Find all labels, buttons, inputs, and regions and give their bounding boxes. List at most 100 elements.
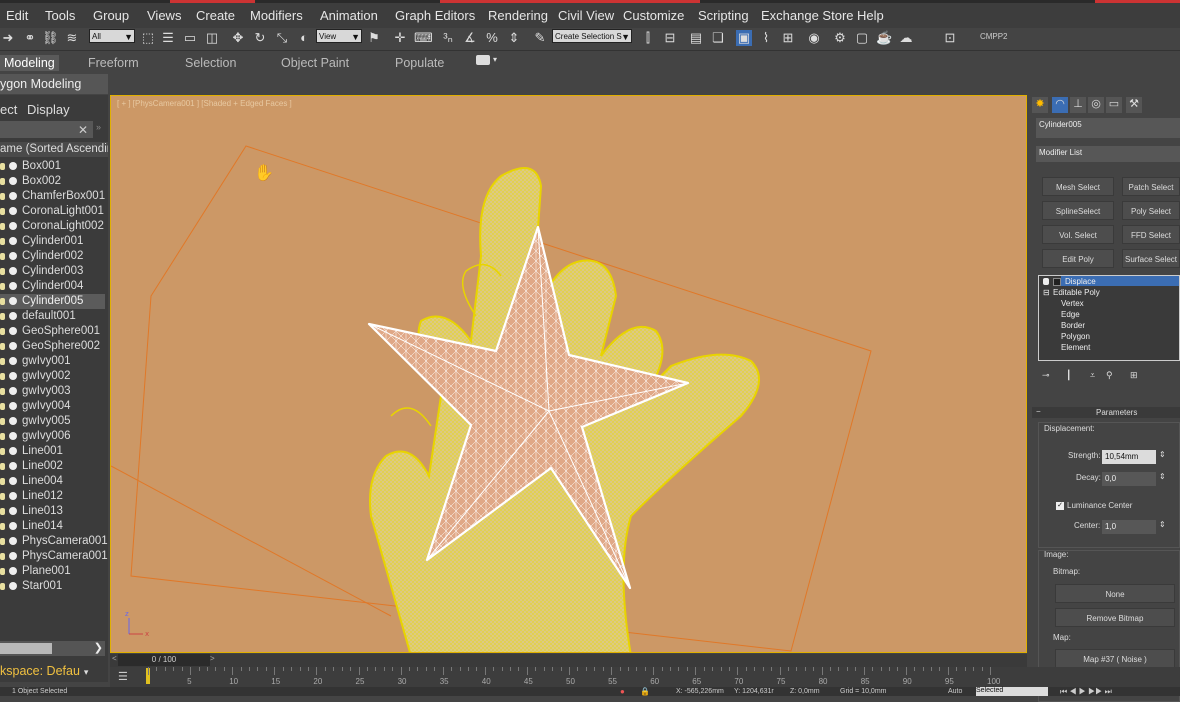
move-icon[interactable]: ✥ [230,30,246,46]
menu-rendering[interactable]: Rendering [488,8,548,23]
configure-modifier-sets-icon[interactable]: ⊞ [1130,370,1138,381]
lightbulb-icon[interactable] [0,418,5,425]
menu-tools[interactable]: Tools [45,8,75,23]
lightbulb-icon[interactable] [0,178,5,185]
strength-input[interactable]: 10,54mm [1102,450,1156,464]
stack-item-polygon[interactable]: Polygon [1061,332,1090,341]
rect-selection-icon[interactable]: ▭ [182,30,198,46]
mesh-select-button[interactable]: Mesh Select [1042,177,1114,196]
stack-item-edge[interactable]: Edge [1061,310,1080,319]
place-icon[interactable]: ◐ [296,30,312,46]
lightbulb-icon[interactable] [0,538,5,545]
lightbulb-icon[interactable] [0,403,5,410]
center-spinner[interactable]: ⇕ [1159,520,1166,529]
list-item[interactable]: Cylinder001 [0,234,105,249]
decay-spinner[interactable]: ⇕ [1159,472,1166,481]
tab-selection[interactable]: Selection [185,56,236,70]
snaps-toggle-icon[interactable]: ³ₙ [440,30,456,46]
camera-viewport[interactable]: ✋ z x [ + ] [PhysCamera001 ] [Shaded + E… [110,95,1027,653]
x-coordinate[interactable]: X: -565,226mm [676,688,724,695]
prev-frame-icon[interactable]: < [112,654,117,663]
pivot-center-icon[interactable]: ⚑ [366,30,382,46]
render-setup-icon[interactable]: ⚙ [832,30,848,46]
strength-spinner[interactable]: ⇕ [1159,450,1166,459]
curve-editor-icon[interactable]: ⌇ [758,30,774,46]
link-icon[interactable]: ⚭ [22,30,38,46]
select-object-icon[interactable]: ⬚ [140,30,156,46]
lightbulb-icon[interactable] [0,433,5,440]
auto-key-button[interactable]: Auto [948,688,962,695]
horizontal-scrollbar[interactable]: ❯ [0,641,105,656]
close-icon[interactable]: ✕ [78,123,88,137]
lightbulb-icon[interactable] [0,343,5,350]
utilities-tab-icon[interactable]: ⚒ [1126,97,1142,113]
motion-tab-icon[interactable]: ◎ [1088,97,1104,113]
list-item[interactable]: Plane001 [0,564,105,579]
lightbulb-icon[interactable] [0,568,5,575]
tab-freeform[interactable]: Freeform [88,56,139,70]
list-item[interactable]: gwIvy004 [0,399,105,414]
edit-named-selection-icon[interactable]: ✎ [532,30,548,46]
stack-item-editable-poly[interactable]: Editable Poly [1053,288,1100,297]
mini-curve-editor-icon[interactable]: ☰ [118,670,128,683]
list-item[interactable]: gwIvy001 [0,354,105,369]
polygon-modeling-panel[interactable]: ygon Modeling [0,74,108,94]
make-unique-icon[interactable]: ⩡ [1090,370,1095,381]
list-item[interactable]: Star001 [0,579,105,594]
patch-select-button[interactable]: Patch Select [1122,177,1180,196]
list-item[interactable]: Cylinder004 [0,279,105,294]
window-crossing-icon[interactable]: ◫ [204,30,220,46]
lightbulb-icon[interactable] [1043,278,1049,285]
y-coordinate[interactable]: Y: 1204,631r [734,688,774,695]
list-item[interactable]: GeoSphere002 [0,339,105,354]
hierarchy-tab-icon[interactable]: ⊥ [1070,97,1086,113]
remove-modifier-icon[interactable]: ⚲ [1106,370,1113,381]
modify-tab-icon[interactable]: ◠ [1052,97,1068,113]
toggle-layer-explorer-icon[interactable]: ❏ [710,30,726,46]
menu-modifiers[interactable]: Modifiers [250,8,303,23]
spline-select-button[interactable]: SplineSelect [1042,201,1114,220]
percent-snap-icon[interactable]: % [484,30,500,46]
lightbulb-icon[interactable] [0,298,5,305]
mirror-icon[interactable]: ⫿ [640,30,656,46]
next-frame-icon[interactable]: > [210,654,215,663]
reference-coord-dropdown[interactable]: View ▼ [316,29,362,43]
stack-item-element[interactable]: Element [1061,343,1090,352]
center-input[interactable]: 1,0 [1102,520,1156,534]
lightbulb-icon[interactable] [0,283,5,290]
poly-select-button[interactable]: Poly Select [1122,201,1180,220]
list-item[interactable]: CoronaLight002 [0,219,105,234]
lightbulb-icon[interactable] [0,238,5,245]
list-item[interactable]: Box001 [0,159,105,174]
isolate-icon[interactable]: ● [620,687,625,696]
redo-icon[interactable]: ➜ [0,30,16,46]
show-end-result-icon[interactable]: ┃ [1066,370,1071,381]
named-selection-dropdown[interactable]: Create Selection S ▼ [552,29,632,43]
list-item[interactable]: PhysCamera001.T [0,549,108,564]
select-manipulate-icon[interactable]: ✛ [392,30,408,46]
stack-item-vertex[interactable]: Vertex [1061,299,1084,308]
tab-populate[interactable]: Populate [395,56,444,70]
lightbulb-icon[interactable] [0,373,5,380]
list-item[interactable]: Line013 [0,504,105,519]
list-item[interactable]: GeoSphere001 [0,324,105,339]
workspace-selector[interactable]: kspace: Defau ▾ [0,660,108,682]
decay-input[interactable]: 0,0 [1102,472,1156,486]
lightbulb-icon[interactable] [0,508,5,515]
display-tab-icon[interactable]: ▭ [1106,97,1122,113]
lightbulb-icon[interactable] [0,523,5,530]
list-item[interactable]: ChamferBox001 [0,189,105,204]
ribbon-dropdown-icon[interactable]: ▾ [493,55,497,64]
rotate-icon[interactable]: ↻ [252,30,268,46]
lightbulb-icon[interactable] [0,193,5,200]
stack-item-border[interactable]: Border [1061,321,1085,330]
list-item[interactable]: Cylinder002 [0,249,105,264]
lock-selection-icon[interactable]: 🔒 [640,687,650,696]
viewport-label[interactable]: [ + ] [PhysCamera001 ] [Shaded + Edged F… [117,99,292,108]
list-item[interactable]: gwIvy002 [0,369,105,384]
lightbulb-icon[interactable] [0,583,5,590]
tab-modeling[interactable]: Modeling [0,55,59,71]
menu-exchange-store[interactable]: Exchange Store [761,8,854,23]
list-item[interactable]: Cylinder003 [0,264,105,279]
menu-animation[interactable]: Animation [320,8,378,23]
